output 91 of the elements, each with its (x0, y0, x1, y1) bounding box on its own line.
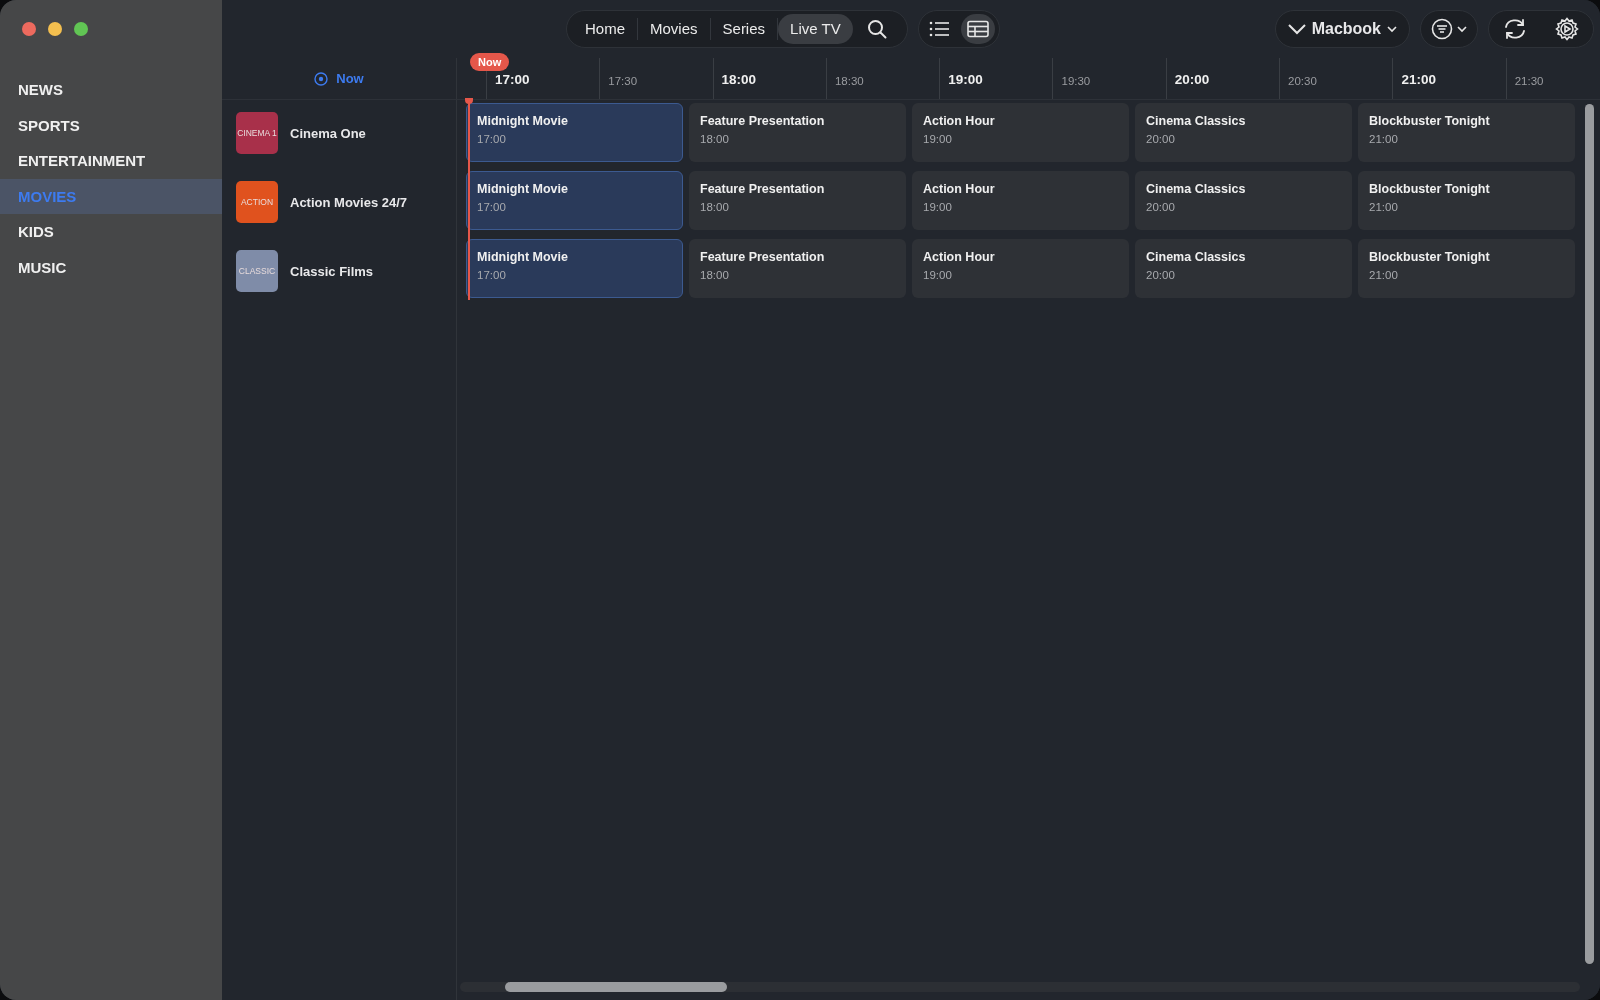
minimize-button[interactable] (48, 22, 62, 36)
channel-logo: CLASSIC (236, 250, 278, 292)
program-title: Cinema Classics (1146, 114, 1247, 128)
program-time: 20:00 (1146, 133, 1176, 145)
filter-button[interactable] (1420, 10, 1478, 48)
sidebar-item[interactable]: MUSIC (0, 249, 222, 285)
program-card[interactable]: Blockbuster Tonight 21:00 (1358, 239, 1575, 298)
program-title: Midnight Movie (477, 114, 569, 128)
program-card[interactable]: Feature Presentation 18:00 (689, 171, 906, 230)
target-icon (314, 71, 329, 86)
device-selector[interactable]: Macbook (1274, 10, 1410, 48)
program-time: 21:00 (1369, 133, 1399, 145)
program-card[interactable]: Midnight Movie 17:00 (466, 239, 683, 298)
program-title: Action Hour (923, 114, 996, 128)
program-title: Feature Presentation (700, 250, 826, 264)
refresh-icon (1503, 18, 1527, 40)
program-card[interactable]: Midnight Movie 17:00 (466, 171, 683, 230)
program-card[interactable]: Cinema Classics 20:00 (1135, 239, 1352, 298)
time-label: 18:30 (834, 75, 864, 87)
sidebar-item[interactable]: KIDS (0, 214, 222, 250)
now-button[interactable]: Now (222, 58, 457, 99)
program-card[interactable]: Blockbuster Tonight 21:00 (1358, 103, 1575, 162)
program-title: Midnight Movie (477, 182, 569, 196)
program-title: Cinema Classics (1146, 250, 1247, 264)
filter-icon (1431, 18, 1453, 40)
channel-logo: ACTION (236, 181, 278, 223)
program-time: 18:00 (700, 133, 730, 145)
channel-name: Cinema One (290, 125, 366, 141)
program-title: Blockbuster Tonight (1369, 182, 1491, 196)
table-icon (966, 20, 989, 38)
channel-logo: CINEMA 1 (236, 112, 278, 154)
vertical-scrollbar[interactable] (1585, 104, 1594, 964)
channel-name: Action Movies 24/7 (290, 194, 408, 210)
program-card[interactable]: Blockbuster Tonight 21:00 (1358, 171, 1575, 230)
program-time: 20:00 (1146, 201, 1176, 213)
time-label: 19:30 (1061, 75, 1091, 87)
chevron-icon (1287, 23, 1306, 35)
time-label: 19:00 (948, 72, 983, 87)
program-time: 17:00 (477, 133, 507, 145)
settings-icon (1555, 17, 1579, 41)
time-label: 17:00 (495, 72, 530, 87)
caret-icon (1387, 25, 1397, 33)
program-time: 19:00 (923, 201, 953, 213)
program-title: Feature Presentation (700, 182, 826, 196)
program-title: Feature Presentation (700, 114, 826, 128)
program-card[interactable]: Feature Presentation 18:00 (689, 239, 906, 298)
program-time: 18:00 (700, 269, 730, 281)
program-time: 17:00 (477, 201, 507, 213)
program-time: 21:00 (1369, 269, 1399, 281)
sidebar-item[interactable]: SPORTS (0, 107, 222, 143)
program-title: Action Hour (923, 250, 996, 264)
grid-view-button[interactable] (960, 14, 995, 44)
nav-tab[interactable]: Home (573, 14, 637, 44)
program-title: Blockbuster Tonight (1369, 114, 1491, 128)
list-icon (928, 20, 951, 38)
program-time: 21:00 (1369, 201, 1399, 213)
time-label: 21:30 (1514, 75, 1544, 87)
maximize-button[interactable] (74, 22, 88, 36)
caret-icon (1457, 25, 1467, 33)
sidebar-item[interactable]: ENTERTAINMENT (0, 143, 222, 179)
program-time: 17:00 (477, 269, 507, 281)
nav-tab[interactable]: Movies (638, 14, 710, 44)
program-time: 20:00 (1146, 269, 1176, 281)
program-title: Midnight Movie (477, 250, 569, 264)
search-icon (866, 19, 887, 39)
program-time: 18:00 (700, 201, 730, 213)
program-card[interactable]: Cinema Classics 20:00 (1135, 103, 1352, 162)
channel-name: Classic Films (290, 263, 374, 279)
program-time: 19:00 (923, 269, 953, 281)
program-title: Action Hour (923, 182, 996, 196)
device-name: Macbook (1311, 20, 1381, 38)
now-badge: Now (470, 53, 510, 71)
sidebar-item[interactable]: NEWS (0, 72, 222, 108)
nav-tab[interactable]: Live TV (778, 14, 853, 44)
time-label: 17:30 (608, 75, 638, 87)
program-card[interactable]: Action Hour 19:00 (912, 103, 1129, 162)
program-card[interactable]: Midnight Movie 17:00 (466, 103, 683, 162)
program-title: Blockbuster Tonight (1369, 250, 1491, 264)
time-label: 21:00 (1401, 72, 1436, 87)
program-card[interactable]: Cinema Classics 20:00 (1135, 171, 1352, 230)
time-label: 18:00 (721, 72, 757, 87)
program-card[interactable]: Action Hour 19:00 (912, 171, 1129, 230)
program-time: 19:00 (923, 133, 953, 145)
time-label: 20:30 (1288, 75, 1317, 87)
program-card[interactable]: Action Hour 19:00 (912, 239, 1129, 298)
program-title: Cinema Classics (1146, 182, 1247, 196)
time-label: 20:00 (1174, 72, 1210, 87)
program-card[interactable]: Feature Presentation 18:00 (689, 103, 906, 162)
horizontal-scrollbar[interactable] (460, 982, 1580, 992)
nav-tab[interactable]: Series (710, 14, 778, 44)
close-button[interactable] (22, 22, 36, 36)
